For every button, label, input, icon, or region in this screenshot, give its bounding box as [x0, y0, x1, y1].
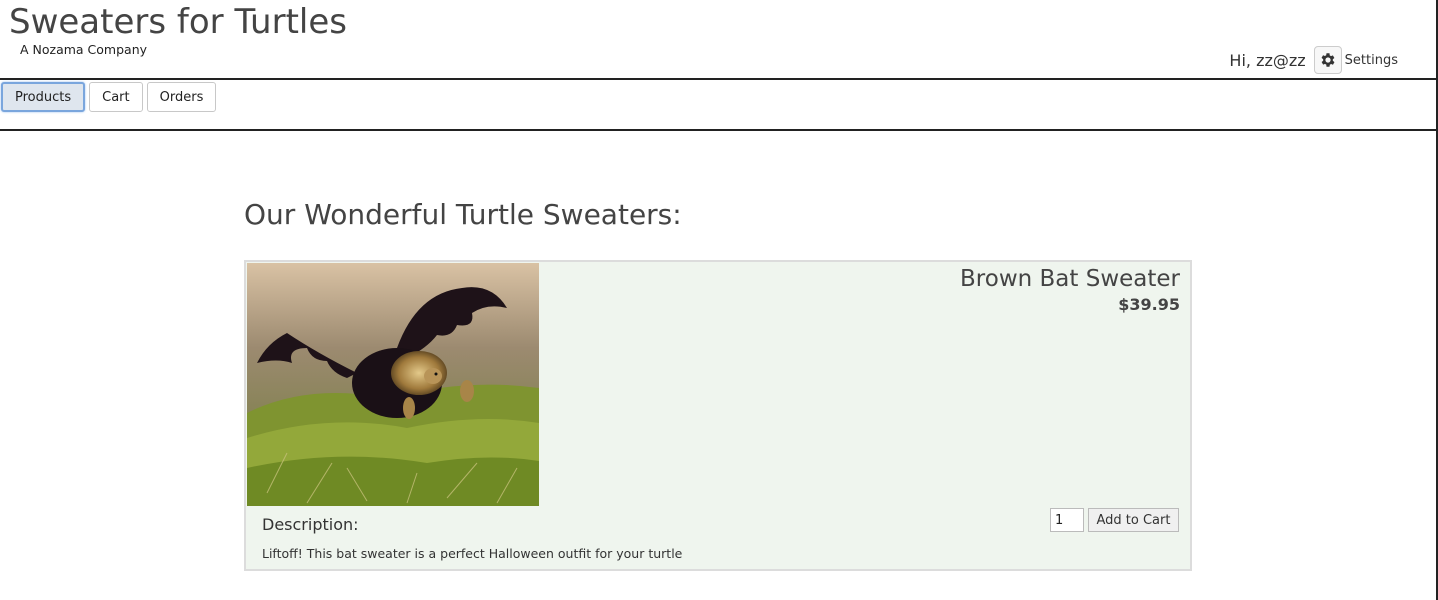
nav-cart-button[interactable]: Cart	[89, 82, 143, 112]
nav-divider	[0, 129, 1436, 131]
user-greeting: Hi, zz@zz	[1229, 50, 1306, 70]
site-subtitle: A Nozama Company	[20, 42, 148, 57]
product-name: Brown Bat Sweater	[960, 266, 1180, 292]
settings-button[interactable]: Settings	[1313, 46, 1398, 74]
settings-label[interactable]: Settings	[1345, 53, 1398, 68]
product-price: $39.95	[1118, 295, 1180, 314]
nav-products-button[interactable]: Products	[1, 82, 86, 112]
description-heading: Description:	[262, 515, 359, 534]
quantity-input[interactable]	[1050, 508, 1084, 532]
product-image	[247, 263, 539, 506]
gear-icon[interactable]	[1313, 46, 1342, 74]
user-area: Hi, zz@zz Settings	[1229, 46, 1398, 74]
description-text: Liftoff! This bat sweater is a perfect H…	[262, 546, 683, 561]
products-heading: Our Wonderful Turtle Sweaters:	[244, 198, 682, 231]
site-title: Sweaters for Turtles	[9, 2, 347, 42]
main-nav: Products Cart Orders	[1, 82, 217, 112]
header-divider	[0, 78, 1436, 80]
product-card: Brown Bat Sweater $39.95 Add to Cart Des…	[244, 260, 1192, 571]
nav-orders-button[interactable]: Orders	[146, 82, 217, 112]
add-to-cart-button[interactable]: Add to Cart	[1088, 508, 1179, 532]
